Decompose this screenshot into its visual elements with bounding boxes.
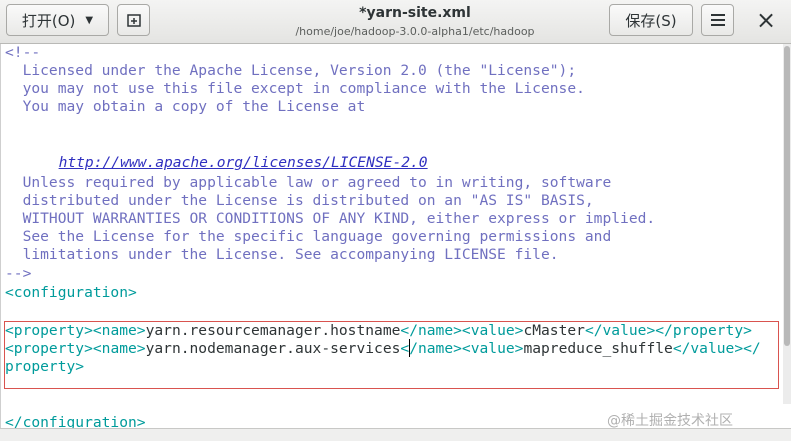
license-line-3: You may obtain a copy of the License at — [5, 98, 366, 115]
comment-open-line: <!-- — [5, 44, 41, 61]
license-line-1: Licensed under the Apache License, Versi… — [5, 62, 577, 79]
license-url-link[interactable]: http://www.apache.org/licenses/LICENSE-2… — [59, 154, 428, 171]
new-tab-button[interactable] — [117, 4, 150, 36]
license-line-5: Unless required by applicable law or agr… — [5, 174, 612, 191]
license-line-9: limitations under the License. See accom… — [5, 246, 559, 263]
license-line-6: distributed under the License is distrib… — [5, 192, 594, 209]
scrollbar-thumb[interactable] — [784, 46, 790, 346]
open-button[interactable]: 打开(O) ▼ — [6, 4, 109, 36]
header-bar: 打开(O) ▼ *yarn-site.xml /home/joe/hadoop-… — [0, 0, 791, 44]
configuration-open-tag: <configuration> — [5, 284, 137, 301]
license-line-7: WITHOUT WARRANTIES OR CONDITIONS OF ANY … — [5, 210, 656, 227]
file-path: /home/joe/hadoop-3.0.0-alpha1/etc/hadoop — [295, 25, 535, 38]
comment-close-line: --> — [5, 265, 32, 282]
close-icon[interactable]: × — [752, 6, 780, 34]
vertical-scrollbar[interactable] — [783, 44, 791, 404]
text-cursor — [409, 339, 410, 357]
license-line-8: See the License for the specific languag… — [5, 228, 612, 245]
save-button[interactable]: 保存(S) — [609, 4, 693, 36]
license-url-line: http://www.apache.org/licenses/LICENSE-2… — [41, 136, 428, 171]
hamburger-menu-button[interactable] — [701, 4, 734, 36]
save-button-label: 保存(S) — [625, 11, 677, 30]
window-title: *yarn-site.xml — [359, 5, 471, 21]
license-line-2: you may not use this file except in comp… — [5, 80, 585, 97]
watermark: @稀土掘金技术社区 — [607, 413, 733, 429]
open-button-label: 打开(O) — [21, 11, 76, 30]
highlight-box — [4, 321, 779, 389]
chevron-down-icon: ▼ — [85, 14, 94, 26]
hamburger-menu-icon — [710, 14, 725, 26]
new-tab-icon — [126, 14, 141, 27]
